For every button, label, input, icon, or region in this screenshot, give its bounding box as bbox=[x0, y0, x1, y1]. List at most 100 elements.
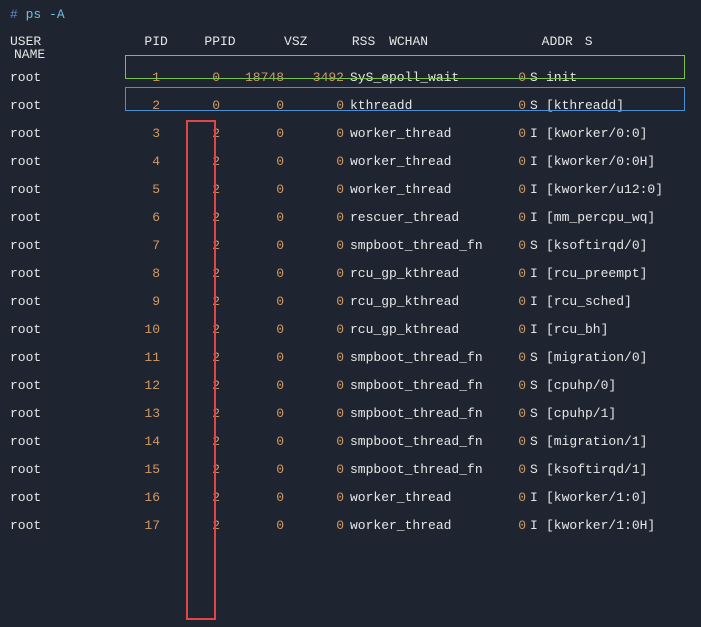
cell-rss: 0 bbox=[284, 435, 344, 448]
cell-wchan: kthreadd bbox=[344, 99, 494, 112]
cell-user: root bbox=[10, 127, 60, 140]
cell-s: I bbox=[526, 267, 542, 280]
table-row: root11200smpboot_thread_fn0S[migration/0… bbox=[10, 351, 691, 364]
cell-ppid: 2 bbox=[160, 519, 220, 532]
prompt-command: ps -A bbox=[26, 7, 65, 22]
col-ppid: PPID bbox=[176, 35, 236, 48]
cell-s: I bbox=[526, 127, 542, 140]
cell-wchan: worker_thread bbox=[344, 155, 494, 168]
col-name: NAME bbox=[10, 48, 140, 61]
table-row: root5200worker_thread0I[kworker/u12:0] bbox=[10, 183, 691, 196]
cell-addr: 0 bbox=[494, 323, 526, 336]
cell-pid: 2 bbox=[60, 99, 160, 112]
cell-name: [kworker/1:0] bbox=[542, 491, 672, 504]
cell-ppid: 2 bbox=[160, 295, 220, 308]
cell-ppid: 2 bbox=[160, 183, 220, 196]
cell-vsz: 0 bbox=[220, 435, 284, 448]
table-row: root7200smpboot_thread_fn0S[ksoftirqd/0] bbox=[10, 239, 691, 252]
cell-wchan: smpboot_thread_fn bbox=[344, 435, 494, 448]
cell-ppid: 2 bbox=[160, 127, 220, 140]
cell-name: [ksoftirqd/0] bbox=[542, 239, 672, 252]
cell-ppid: 2 bbox=[160, 435, 220, 448]
cell-vsz: 0 bbox=[220, 407, 284, 420]
cell-name: [migration/0] bbox=[542, 351, 672, 364]
cell-s: I bbox=[526, 323, 542, 336]
cell-name: [mm_percpu_wq] bbox=[542, 211, 672, 224]
cell-wchan: worker_thread bbox=[344, 491, 494, 504]
cell-user: root bbox=[10, 183, 60, 196]
cell-vsz: 0 bbox=[220, 463, 284, 476]
cell-wchan: worker_thread bbox=[344, 127, 494, 140]
table-row: root6200rescuer_thread0I[mm_percpu_wq] bbox=[10, 211, 691, 224]
prompt-line: # ps -A bbox=[10, 8, 691, 21]
cell-pid: 5 bbox=[60, 183, 160, 196]
cell-addr: 0 bbox=[494, 435, 526, 448]
cell-name: [kworker/1:0H] bbox=[542, 519, 672, 532]
cell-vsz: 0 bbox=[220, 379, 284, 392]
table-row: root12200smpboot_thread_fn0S[cpuhp/0] bbox=[10, 379, 691, 392]
col-pid: PID bbox=[68, 35, 168, 48]
cell-name: [migration/1] bbox=[542, 435, 672, 448]
cell-rss: 0 bbox=[284, 211, 344, 224]
cell-wchan: smpboot_thread_fn bbox=[344, 407, 494, 420]
cell-wchan: rescuer_thread bbox=[344, 211, 494, 224]
cell-s: S bbox=[526, 379, 542, 392]
cell-wchan: smpboot_thread_fn bbox=[344, 463, 494, 476]
cell-wchan: rcu_gp_kthread bbox=[344, 323, 494, 336]
cell-rss: 0 bbox=[284, 183, 344, 196]
table-row: root3200worker_thread0I[kworker/0:0] bbox=[10, 127, 691, 140]
table-row: root16200worker_thread0I[kworker/1:0] bbox=[10, 491, 691, 504]
cell-rss: 0 bbox=[284, 155, 344, 168]
cell-ppid: 2 bbox=[160, 155, 220, 168]
cell-pid: 3 bbox=[60, 127, 160, 140]
cell-rss: 3492 bbox=[284, 71, 344, 84]
cell-vsz: 0 bbox=[220, 239, 284, 252]
cell-pid: 11 bbox=[60, 351, 160, 364]
table-header: USER PID PPID VSZ RSS WCHAN ADDR S NAME bbox=[10, 35, 691, 61]
table-row: root17200worker_thread0I[kworker/1:0H] bbox=[10, 519, 691, 532]
cell-ppid: 0 bbox=[160, 71, 220, 84]
cell-rss: 0 bbox=[284, 407, 344, 420]
cell-addr: 0 bbox=[494, 267, 526, 280]
cell-pid: 17 bbox=[60, 519, 160, 532]
cell-vsz: 0 bbox=[220, 295, 284, 308]
cell-addr: 0 bbox=[494, 491, 526, 504]
cell-addr: 0 bbox=[494, 379, 526, 392]
cell-ppid: 2 bbox=[160, 351, 220, 364]
col-rss: RSS bbox=[315, 35, 375, 48]
cell-user: root bbox=[10, 295, 60, 308]
cell-rss: 0 bbox=[284, 267, 344, 280]
cell-s: S bbox=[526, 239, 542, 252]
cell-pid: 9 bbox=[60, 295, 160, 308]
cell-pid: 12 bbox=[60, 379, 160, 392]
cell-user: root bbox=[10, 435, 60, 448]
cell-rss: 0 bbox=[284, 351, 344, 364]
cell-rss: 0 bbox=[284, 99, 344, 112]
cell-vsz: 0 bbox=[220, 519, 284, 532]
cell-addr: 0 bbox=[494, 351, 526, 364]
cell-name: [rcu_preempt] bbox=[542, 267, 672, 280]
cell-wchan: smpboot_thread_fn bbox=[344, 351, 494, 364]
cell-addr: 0 bbox=[494, 407, 526, 420]
cell-user: root bbox=[10, 155, 60, 168]
cell-name: [rcu_sched] bbox=[542, 295, 672, 308]
cell-vsz: 0 bbox=[220, 183, 284, 196]
prompt-hash: # bbox=[10, 7, 18, 22]
cell-addr: 0 bbox=[494, 519, 526, 532]
cell-vsz: 0 bbox=[220, 323, 284, 336]
cell-s: I bbox=[526, 295, 542, 308]
cell-user: root bbox=[10, 99, 60, 112]
cell-wchan: rcu_gp_kthread bbox=[344, 295, 494, 308]
cell-addr: 0 bbox=[494, 71, 526, 84]
cell-wchan: smpboot_thread_fn bbox=[344, 379, 494, 392]
cell-s: S bbox=[526, 351, 542, 364]
cell-addr: 0 bbox=[494, 463, 526, 476]
cell-rss: 0 bbox=[284, 463, 344, 476]
cell-name: [rcu_bh] bbox=[542, 323, 672, 336]
cell-s: S bbox=[526, 463, 542, 476]
cell-rss: 0 bbox=[284, 491, 344, 504]
cell-vsz: 18748 bbox=[220, 71, 284, 84]
cell-s: S bbox=[526, 71, 542, 84]
cell-ppid: 2 bbox=[160, 267, 220, 280]
cell-addr: 0 bbox=[494, 127, 526, 140]
